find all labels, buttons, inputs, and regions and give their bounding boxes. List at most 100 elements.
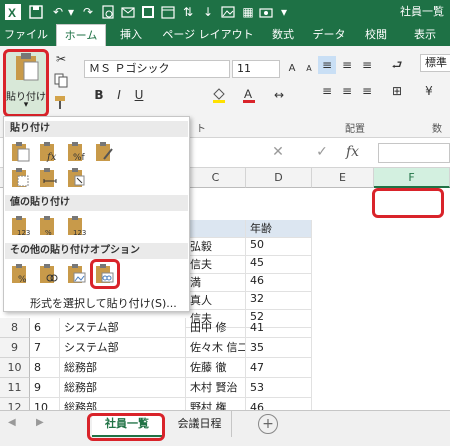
enter-icon[interactable]: ✓ [312,144,332,162]
bold-button[interactable]: B [90,86,108,104]
sheet-tab-employees[interactable]: 社員一覧 [92,411,162,437]
column-header-d[interactable]: D [246,168,312,188]
save-icon[interactable] [28,3,44,21]
font-size-select[interactable]: 11 [232,60,280,78]
open-icon[interactable] [140,3,156,21]
add-sheet-icon[interactable]: + [258,414,278,434]
paste-values-source-formatting-icon[interactable]: 123 [66,215,88,237]
table-icon[interactable]: ▦ [240,3,256,21]
undo-icon[interactable]: ↶ [50,3,66,21]
table-cell[interactable]: 総務部 [60,378,186,398]
tab-file[interactable]: ファイル [0,24,52,46]
wrap-text-icon[interactable]: ⮐ [388,56,406,74]
align-middle-icon[interactable]: ≡ [338,56,356,74]
next-sheet-icon[interactable]: ▶ [36,417,44,428]
paste-no-borders-icon[interactable] [10,167,32,189]
column-header-f[interactable]: F [374,168,450,188]
font-color-icon[interactable]: A [240,86,258,104]
align-bottom-icon[interactable]: ≡ [358,56,376,74]
table-cell[interactable]: 真人 [186,292,246,310]
table-cell[interactable]: 47 [246,358,312,378]
table-cell[interactable]: 弘毅 [186,238,246,256]
row-header[interactable]: 9 [0,338,30,358]
italic-button[interactable]: I [110,86,128,104]
cell-age-header[interactable]: 年齢 [246,220,312,238]
photo-icon[interactable] [220,3,236,21]
paste-values-icon[interactable]: 123 [10,215,32,237]
table-cell[interactable]: 50 [246,238,312,256]
tab-data[interactable]: データ [306,24,352,46]
formula-input[interactable] [378,143,450,163]
table-cell[interactable]: システム部 [60,318,186,338]
column-header-e[interactable]: E [312,168,374,188]
table-cell[interactable]: 8 [30,358,60,378]
row-header[interactable]: 10 [0,358,30,378]
currency-icon[interactable]: ¥ [420,82,438,100]
paste-values-number-format-icon[interactable]: % [38,215,60,237]
paste-formulas-number-format-icon[interactable]: %f [66,141,88,163]
table-cell[interactable]: 佐藤 徹 [186,358,246,378]
table-cell[interactable]: 35 [246,338,312,358]
paste-linked-picture-icon[interactable] [94,263,116,285]
table-cell[interactable]: 田中 修 [186,318,246,338]
table-cell[interactable]: 9 [30,378,60,398]
tab-view[interactable]: 表示 [400,24,450,46]
sort-icon[interactable]: ⇅ [180,3,196,21]
table-cell[interactable]: 6 [30,318,60,338]
paste-formulas-icon[interactable]: fx [38,141,60,163]
paste-picture-icon[interactable] [66,263,88,285]
tab-page-layout[interactable]: ページ レイアウト [156,24,260,46]
undo-dropdown-icon[interactable]: ▾ [66,3,76,21]
align-center-icon[interactable]: ≡ [338,82,356,100]
paste-keep-column-widths-icon[interactable] [38,167,60,189]
decrease-font-icon[interactable]: A [300,60,318,78]
align-right-icon[interactable]: ≡ [358,82,376,100]
camera-icon[interactable] [258,3,274,21]
font-name-select[interactable]: ＭＳ Ｐゴシック [84,60,230,78]
table-cell[interactable]: 総務部 [60,358,186,378]
function-icon[interactable]: fx [346,144,370,162]
align-left-icon[interactable]: ≡ [318,82,336,100]
cell-name-header[interactable] [186,220,246,238]
print-preview-icon[interactable] [100,3,116,21]
copy-icon[interactable] [52,72,70,90]
paste-special-menu-item[interactable]: 形式を選択して貼り付け(S)... [30,295,177,311]
redo-icon[interactable]: ↷ [80,3,96,21]
merge-cells-icon[interactable]: ⊞ [388,82,406,100]
row-header[interactable]: 12 [0,398,30,410]
table-cell[interactable]: 7 [30,338,60,358]
table-cell[interactable]: 満 [186,274,246,292]
tab-review[interactable]: 校閲 [356,24,396,46]
table-cell[interactable]: 46 [246,274,312,292]
table-cell[interactable]: 32 [246,292,312,310]
table-cell[interactable]: 10 [30,398,60,410]
table-cell[interactable]: システム部 [60,338,186,358]
table-cell[interactable]: 信夫 [186,256,246,274]
table-cell[interactable]: 45 [246,256,312,274]
paste-transpose-icon[interactable] [66,167,88,189]
column-header-c[interactable]: C [186,168,246,188]
paste-keep-source-formatting-icon[interactable] [94,141,116,163]
table-cell[interactable]: 41 [246,318,312,338]
sort-descending-icon[interactable]: ↓ [200,3,216,21]
align-top-icon[interactable]: ≡ [318,56,336,74]
tab-insert[interactable]: 挿入 [110,24,152,46]
calendar-icon[interactable] [160,3,176,21]
tab-formulas[interactable]: 数式 [262,24,304,46]
cancel-icon[interactable]: ✕ [268,144,288,162]
email-icon[interactable] [120,3,136,21]
format-painter-icon[interactable] [52,94,70,112]
fill-color-icon[interactable] [210,86,228,104]
row-header[interactable]: 8 [0,318,30,338]
customize-toolbar-icon[interactable]: ▾ [278,3,290,21]
table-cell[interactable]: 53 [246,378,312,398]
paste-button[interactable]: 貼り付け ▾ [6,50,46,114]
text-direction-icon[interactable]: ↔ [270,86,288,104]
prev-sheet-icon[interactable]: ◀ [8,417,16,428]
paste-icon[interactable] [10,141,32,163]
tab-home[interactable]: ホーム [56,24,106,46]
table-cell[interactable]: 46 [246,398,312,410]
row-header[interactable]: 11 [0,378,30,398]
cut-icon[interactable]: ✂ [52,50,70,68]
increase-font-icon[interactable]: A [283,60,301,78]
